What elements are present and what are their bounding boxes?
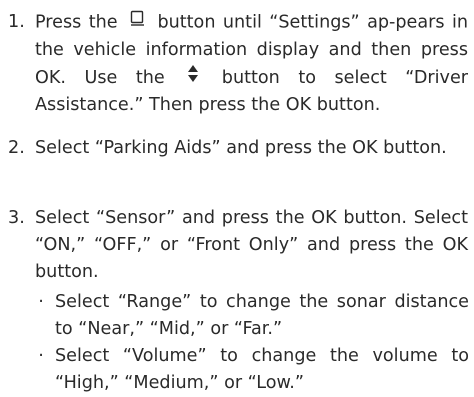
- bullet-text: Select “Volume” to change the volume to …: [55, 346, 469, 393]
- step-number: 3.: [8, 208, 25, 228]
- bullet-icon: ·: [38, 292, 44, 312]
- step-2: 2. Select “Parking Aids” and press the O…: [8, 135, 468, 162]
- bullet-icon: ·: [38, 346, 44, 366]
- step-number: 2.: [8, 138, 25, 158]
- step-3: 3. Select “Sensor” and press the OK butt…: [8, 205, 468, 286]
- step-number: 1.: [8, 12, 25, 32]
- step-text-part: Press the: [35, 12, 118, 33]
- step-text: Select “Sensor” and press the OK button.…: [35, 208, 468, 282]
- instruction-document: 1. Press the button until “Settings” ap-…: [0, 0, 474, 395]
- bullet-item-range: · Select “Range” to change the sonar dis…: [33, 289, 469, 343]
- step-text: Press the button until “Settings” ap-pea…: [35, 9, 468, 119]
- bullet-text: Select “Range” to change the sonar dista…: [55, 292, 469, 339]
- step-1: 1. Press the button until “Settings” ap-…: [8, 9, 468, 119]
- display-toggle-icon: [129, 9, 146, 36]
- bullet-item-volume: · Select “Volume” to change the volume t…: [33, 343, 469, 397]
- up-down-arrows-icon: [187, 64, 199, 92]
- step-text: Select “Parking Aids” and press the OK b…: [35, 138, 447, 158]
